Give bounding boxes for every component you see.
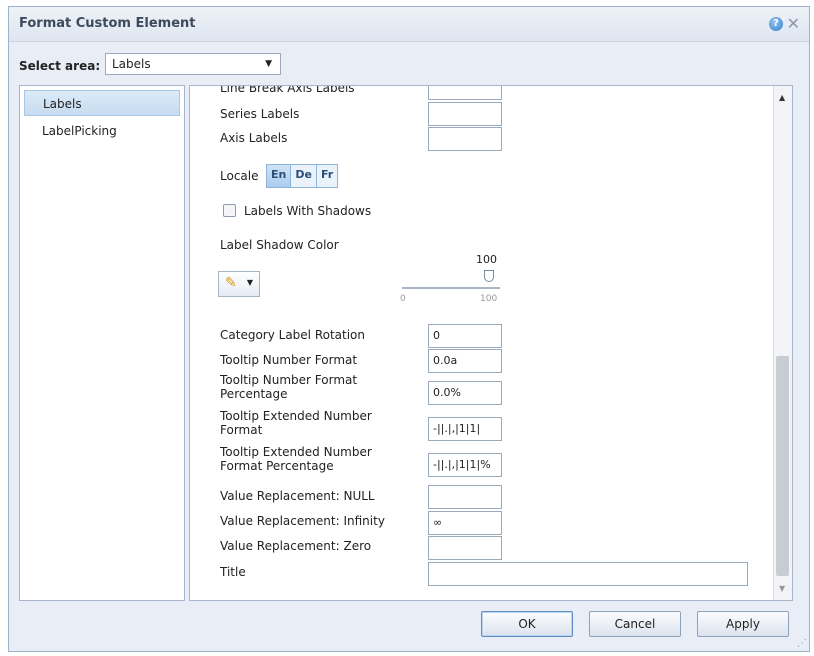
dialog-titlebar: Format Custom Element ? ✕ (9, 7, 809, 42)
category-label-rotation-field[interactable]: 0 (428, 324, 502, 348)
line-break-axis-labels-label: Line Break Axis Labels (220, 85, 355, 95)
nav-item-label: LabelPicking (42, 124, 117, 138)
series-labels-label: Series Labels (220, 107, 300, 121)
apply-button[interactable]: Apply (697, 611, 789, 637)
locale-label: Locale (220, 169, 259, 183)
axis-labels-field[interactable] (428, 127, 502, 151)
shadow-color-picker-button[interactable]: ✎ ▼ (218, 271, 260, 297)
tooltip-number-format-label: Tooltip Number Format (220, 353, 358, 367)
labels-with-shadows-label: Labels With Shadows (244, 204, 372, 218)
cancel-button[interactable]: Cancel (589, 611, 681, 637)
paintbrush-icon: ✎ (225, 275, 237, 291)
tooltip-extended-number-format-percentage-label: Tooltip Extended Number Format Percentag… (220, 445, 372, 473)
chevron-down-icon: ▼ (265, 59, 272, 69)
locale-en-button[interactable]: En (267, 165, 291, 187)
scroll-down-icon[interactable]: ▼ (779, 584, 785, 593)
select-area-dropdown[interactable]: Labels ▼ (105, 53, 281, 75)
locale-fr-button[interactable]: Fr (315, 165, 337, 187)
scroll-up-icon[interactable]: ▲ (779, 93, 785, 102)
help-icon[interactable]: ? (769, 17, 783, 31)
select-area-label: Select area: (19, 59, 101, 73)
value-replacement-zero-label: Value Replacement: Zero (220, 539, 372, 553)
opacity-slider-max: 100 (480, 294, 498, 304)
close-icon[interactable]: ✕ (787, 14, 800, 33)
resize-grip-icon[interactable]: ⋰ (797, 638, 807, 649)
dialog-title: Format Custom Element (19, 16, 196, 31)
tooltip-number-format-field[interactable]: 0.0a (428, 349, 502, 373)
locale-toggle-group: En De Fr (266, 164, 339, 188)
tooltip-number-format-percentage-field[interactable]: 0.0% (428, 381, 502, 405)
scrollbar-thumb[interactable] (776, 356, 789, 576)
opacity-slider-value: 100 (476, 253, 497, 266)
vertical-scrollbar[interactable]: ▲ ▼ (773, 86, 792, 600)
label-shadow-color-label: Label Shadow Color (220, 238, 339, 252)
title-field[interactable] (428, 562, 748, 586)
tooltip-extended-number-format-label: Tooltip Extended Number Format (220, 409, 372, 437)
line-break-axis-labels-field[interactable] (428, 86, 502, 100)
opacity-slider-track[interactable] (402, 287, 500, 289)
axis-labels-label: Axis Labels (220, 131, 288, 145)
nav-item-labels[interactable]: Labels (24, 90, 180, 116)
tooltip-number-format-percentage-label: Tooltip Number Format Percentage (220, 373, 358, 401)
tooltip-extended-number-format-field[interactable]: -||.|,|1|1| (428, 417, 502, 441)
series-labels-field[interactable] (428, 102, 502, 126)
nav-item-label: Labels (43, 97, 82, 111)
category-label-rotation-label: Category Label Rotation (220, 328, 366, 342)
format-custom-element-dialog: Format Custom Element ? ✕ Select area: L… (8, 6, 810, 652)
chevron-down-icon: ▼ (246, 278, 253, 287)
opacity-slider-min: 0 (400, 294, 406, 304)
area-list: Labels LabelPicking (19, 85, 185, 601)
value-replacement-infinity-field[interactable]: ∞ (428, 511, 502, 535)
nav-item-labelpicking[interactable]: LabelPicking (24, 118, 180, 144)
value-replacement-null-label: Value Replacement: NULL (220, 489, 375, 503)
tooltip-extended-number-format-percentage-field[interactable]: -||.|,|1|1|% (428, 453, 502, 477)
ok-button[interactable]: OK (481, 611, 573, 637)
opacity-slider-handle[interactable] (484, 270, 494, 282)
select-area-value: Labels (112, 57, 151, 71)
value-replacement-zero-field[interactable] (428, 536, 502, 560)
labels-with-shadows-checkbox[interactable] (223, 204, 236, 217)
properties-panel: Line Break Axis Labels Series Labels Axi… (189, 85, 793, 601)
value-replacement-infinity-label: Value Replacement: Infinity (220, 514, 385, 528)
locale-de-button[interactable]: De (290, 165, 316, 187)
title-label: Title (220, 565, 246, 579)
value-replacement-null-field[interactable] (428, 485, 502, 509)
